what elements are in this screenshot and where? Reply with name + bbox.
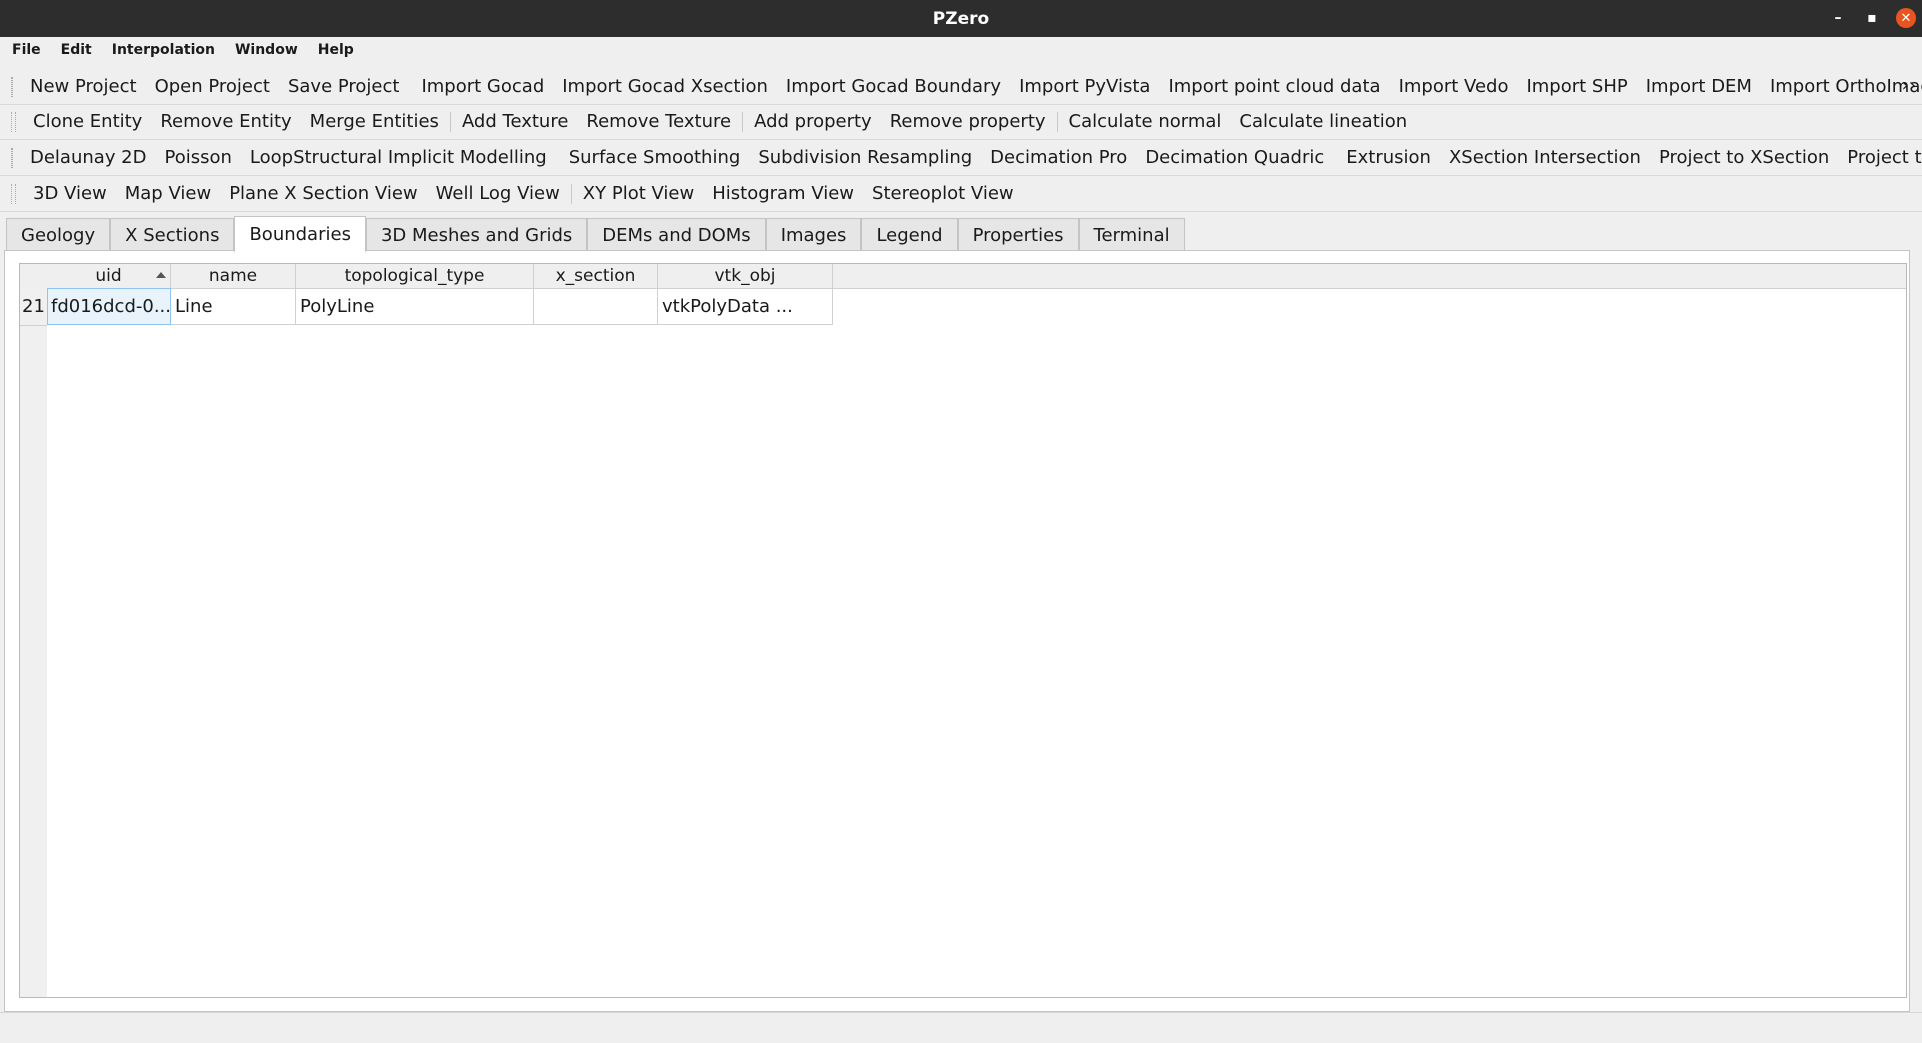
xsection-intersection-button[interactable]: XSection Intersection <box>1440 147 1650 168</box>
toolbar-4: 3D View Map View Plane X Section View Well … <box>0 176 1922 212</box>
poisson-button[interactable]: Poisson <box>156 147 241 168</box>
cell-name[interactable]: Line <box>171 288 296 325</box>
tab-terminal[interactable]: Terminal <box>1078 218 1185 251</box>
cell-x-section[interactable] <box>534 288 658 325</box>
cell-topological-type[interactable]: PolyLine <box>296 288 534 325</box>
subdivision-resampling-button[interactable]: Subdivision Resampling <box>749 147 981 168</box>
import-dem-button[interactable]: Import DEM <box>1637 76 1761 97</box>
toolbar-separator <box>742 111 744 132</box>
tab-boundaries[interactable]: Boundaries <box>234 216 366 252</box>
open-project-button[interactable]: Open Project <box>146 76 279 97</box>
3d-view-button[interactable]: 3D View <box>24 183 116 204</box>
decimation-quadric-button[interactable]: Decimation Quadric <box>1136 147 1333 168</box>
import-gocad-button[interactable]: Import Gocad <box>412 76 553 97</box>
save-project-button[interactable]: Save Project <box>279 76 409 97</box>
toolbar-separator <box>449 111 451 132</box>
delaunay-2d-button[interactable]: Delaunay 2D <box>21 147 156 168</box>
column-header-x-section[interactable]: x_section <box>534 264 658 288</box>
import-shp-button[interactable]: Import SHP <box>1517 76 1636 97</box>
remove-property-button[interactable]: Remove property <box>881 111 1055 132</box>
import-gocad-boundary-button[interactable]: Import Gocad Boundary <box>777 76 1010 97</box>
toolbar-handle[interactable] <box>11 111 16 132</box>
calculate-lineation-button[interactable]: Calculate lineation <box>1230 111 1416 132</box>
cell-uid[interactable]: fd016dcd-0... <box>47 288 171 325</box>
import-point-cloud-data-button[interactable]: Import point cloud data <box>1159 76 1389 97</box>
histogram-view-button[interactable]: Histogram View <box>703 183 863 204</box>
menu-interpolation[interactable]: Interpolation <box>100 42 223 58</box>
menu-file[interactable]: File <box>0 42 49 58</box>
toolbar-separator <box>1056 111 1058 132</box>
add-property-button[interactable]: Add property <box>745 111 881 132</box>
import-vedo-button[interactable]: Import Vedo <box>1390 76 1518 97</box>
minimize-icon[interactable]: – <box>1828 8 1848 28</box>
stereoplot-view-button[interactable]: Stereoplot View <box>863 183 1023 204</box>
toolbar-3: Delaunay 2D Poisson LoopStructural Implici… <box>0 140 1922 176</box>
tab-geology[interactable]: Geology <box>6 218 111 251</box>
status-bar <box>0 1012 1922 1043</box>
toolbar-1: New Project Open Project Save Project Impor… <box>0 69 1922 105</box>
tab-3d-meshes-and-grids[interactable]: 3D Meshes and Grids <box>365 218 588 251</box>
project-to-xsection-button[interactable]: Project to XSection <box>1650 147 1838 168</box>
tab-bar: Geology X Sections Boundaries 3D Meshes and… <box>6 216 1185 252</box>
column-header-vtk-obj[interactable]: vtk_obj <box>658 264 833 288</box>
row-header-column <box>20 264 47 997</box>
menu-help[interactable]: Help <box>306 42 362 58</box>
tab-dems-and-doms[interactable]: DEMs and DOMs <box>587 218 766 251</box>
toolbar-separator <box>570 183 572 204</box>
column-header-topological-type[interactable]: topological_type <box>296 264 534 288</box>
xy-plot-view-button[interactable]: XY Plot View <box>574 183 703 204</box>
window-titlebar: PZero – ▪ ✕ <box>0 0 1922 37</box>
table-header: uid name topological_type x_section vtk_obj <box>20 264 1906 289</box>
clone-entity-button[interactable]: Clone Entity <box>24 111 151 132</box>
toolbar-handle[interactable] <box>11 183 16 204</box>
menu-bar: File Edit Interpolation Window Help <box>0 37 1922 62</box>
toolbar-handle[interactable] <box>11 76 13 97</box>
maximize-icon[interactable]: ▪ <box>1862 8 1882 28</box>
tab-images[interactable]: Images <box>765 218 862 251</box>
column-header-name[interactable]: name <box>171 264 296 288</box>
calculate-normal-button[interactable]: Calculate normal <box>1060 111 1231 132</box>
project-to-dem-button[interactable]: Project to DEM <box>1838 147 1922 168</box>
tab-properties[interactable]: Properties <box>957 218 1079 251</box>
remove-entity-button[interactable]: Remove Entity <box>151 111 300 132</box>
import-orthoimage-button[interactable]: Import OrthoImage <box>1761 76 1922 97</box>
import-gocad-xsection-button[interactable]: Import Gocad Xsection <box>553 76 777 97</box>
boundaries-panel: uid name topological_type x_section vtk_obj … <box>4 250 1910 1012</box>
merge-entities-button[interactable]: Merge Entities <box>301 111 448 132</box>
entities-table[interactable]: uid name topological_type x_section vtk_obj … <box>19 263 1907 998</box>
plane-x-section-view-button[interactable]: Plane X Section View <box>220 183 426 204</box>
cell-vtk-obj[interactable]: vtkPolyData ... <box>658 288 833 325</box>
remove-texture-button[interactable]: Remove Texture <box>577 111 740 132</box>
close-icon[interactable]: ✕ <box>1896 8 1916 28</box>
surface-smoothing-button[interactable]: Surface Smoothing <box>560 147 750 168</box>
add-texture-button[interactable]: Add Texture <box>453 111 577 132</box>
column-header-uid[interactable]: uid <box>47 264 171 288</box>
menu-edit[interactable]: Edit <box>49 42 100 58</box>
new-project-button[interactable]: New Project <box>21 76 146 97</box>
sort-ascending-icon <box>156 272 166 278</box>
map-view-button[interactable]: Map View <box>116 183 220 204</box>
toolbar-handle[interactable] <box>11 147 13 168</box>
loopstructural-implicit-modelling-button[interactable]: LoopStructural Implicit Modelling <box>241 147 556 168</box>
window-title: PZero <box>932 8 990 29</box>
tab-x-sections[interactable]: X Sections <box>110 218 235 251</box>
well-log-view-button[interactable]: Well Log View <box>427 183 569 204</box>
tab-legend[interactable]: Legend <box>861 218 958 251</box>
extrusion-button[interactable]: Extrusion <box>1337 147 1440 168</box>
import-pyvista-button[interactable]: Import PyVista <box>1010 76 1159 97</box>
toolbar-overflow-icon[interactable]: ›› <box>1902 75 1916 96</box>
row-number[interactable]: 21 <box>20 288 47 326</box>
toolbar-2: Clone Entity Remove Entity Merge Entities A… <box>0 104 1922 140</box>
menu-window[interactable]: Window <box>223 42 306 58</box>
decimation-pro-button[interactable]: Decimation Pro <box>981 147 1136 168</box>
